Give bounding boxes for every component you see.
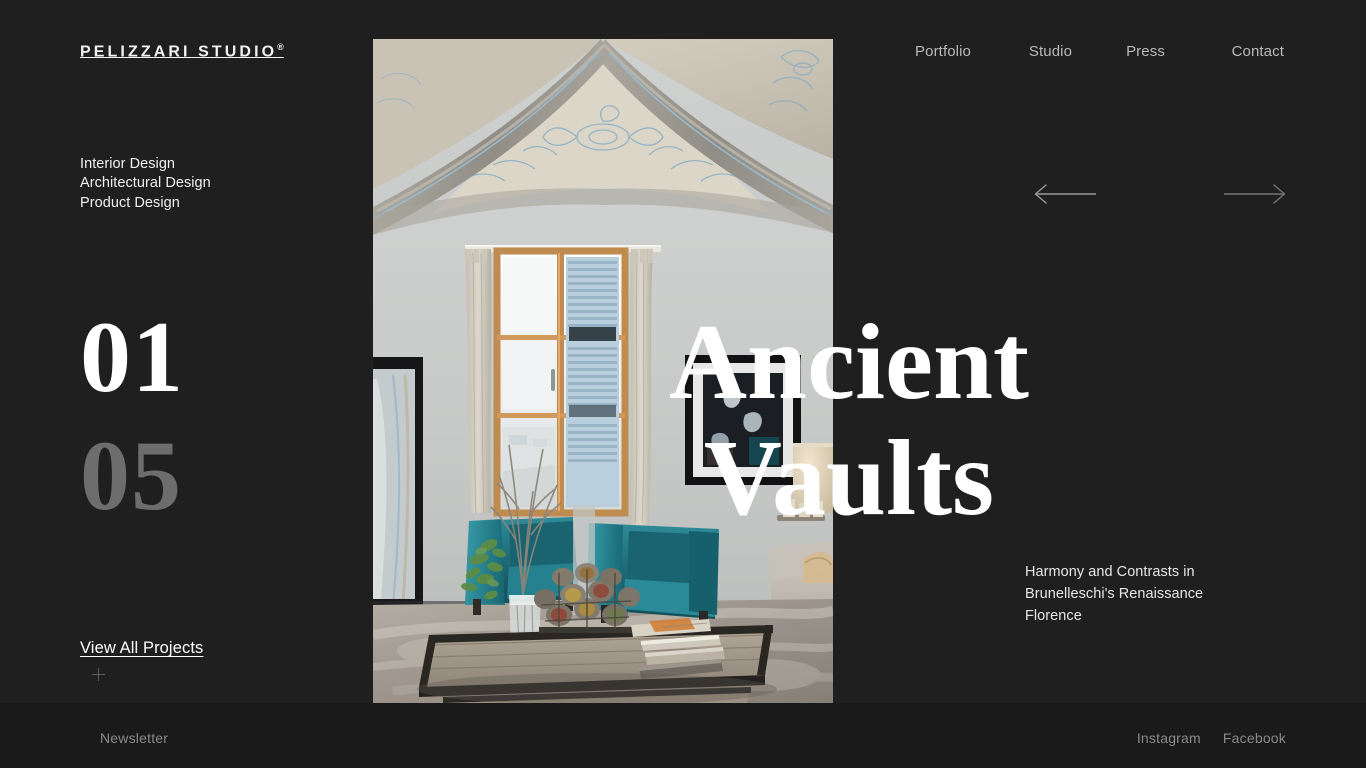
page-root: PELIZZARI STUDIO® Portfolio Studio Press…: [0, 0, 1366, 768]
view-all-projects-block: View All Projects: [80, 639, 203, 681]
social-link-instagram[interactable]: Instagram: [1137, 730, 1201, 746]
slide-counter-current: 01: [80, 301, 184, 414]
service-interior-design: Interior Design: [80, 156, 176, 172]
nav-item-portfolio[interactable]: Portfolio: [888, 43, 998, 60]
service-product-design: Product Design: [80, 194, 180, 211]
social-link-facebook[interactable]: Facebook: [1223, 730, 1286, 746]
nav-item-contact[interactable]: Contact: [1188, 43, 1288, 60]
prev-arrow-icon[interactable]: [1034, 178, 1100, 210]
page-footer: Newsletter Instagram Facebook: [0, 703, 1366, 768]
next-arrow-icon[interactable]: [1222, 178, 1288, 210]
project-description: Harmony and Contrasts in Brunelleschi's …: [1025, 564, 1204, 624]
slider-controls: [1030, 178, 1300, 210]
nav-item-studio[interactable]: Studio: [998, 43, 1103, 60]
brand-name: PELIZZARI STUDIO: [80, 43, 278, 61]
main-navigation: Portfolio Studio Press Contact: [888, 43, 1288, 60]
nav-item-press[interactable]: Press: [1103, 43, 1188, 60]
slide-counter-total: 05: [80, 420, 182, 531]
brand-logo[interactable]: PELIZZARI STUDIO®: [80, 42, 284, 61]
view-all-projects-link[interactable]: View All Projects: [80, 639, 203, 658]
services-list: Interior Design Architectural Design Pro…: [80, 155, 211, 213]
slide-counter: 01 05: [80, 301, 184, 531]
registered-mark-icon: ®: [277, 42, 284, 52]
newsletter-link[interactable]: Newsletter: [100, 730, 168, 746]
project-hero-image[interactable]: [373, 39, 833, 703]
plus-icon[interactable]: [92, 668, 105, 681]
service-architectural-design: Architectural Design: [80, 175, 211, 192]
interior-photograph: [373, 39, 833, 703]
social-links: Instagram Facebook: [1137, 730, 1286, 746]
